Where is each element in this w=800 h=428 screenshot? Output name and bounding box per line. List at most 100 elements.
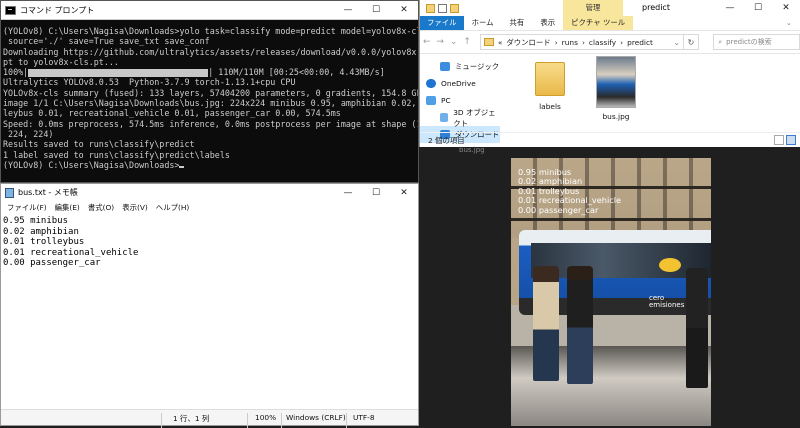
refresh-icon[interactable]: ↻ — [683, 34, 700, 50]
search-box[interactable]: ⌕ predictの検索 — [713, 34, 800, 50]
properties-icon[interactable] — [438, 3, 447, 13]
up-arrow-icon[interactable]: ↑ — [460, 37, 473, 47]
breadcrumb-overflow[interactable]: « — [498, 38, 503, 47]
text-cursor — [179, 165, 185, 168]
music-icon — [440, 62, 450, 71]
explorer-statusbar: 2 個の項目 — [420, 132, 800, 147]
explorer-window[interactable]: 管理 predict — ☐ ✕ ファイル ホーム 共有 表示 ピクチャ ツール… — [419, 0, 800, 147]
console-line: leybus 0.01, recreational_vehicle 0.01, … — [3, 108, 341, 119]
tab-picture-tools[interactable]: ピクチャ ツール — [563, 16, 634, 30]
address-bar[interactable]: « ダウンロード › runs › classify › predict ⌄ — [479, 34, 684, 50]
search-icon: ⌕ — [718, 37, 723, 46]
viewer-tab[interactable]: bus.jpg — [459, 146, 485, 154]
menu-view[interactable]: 表示(V) — [118, 201, 152, 214]
breadcrumb-runs[interactable]: runs — [562, 38, 578, 47]
console-line: source='./' save=True save_txt save_conf — [3, 36, 210, 47]
console-line: image 1/1 C:\Users\Nagisa\Downloads\bus.… — [3, 98, 418, 109]
breadcrumb-separator: › — [620, 37, 624, 47]
folder-icon — [426, 3, 435, 13]
notepad-title: bus.txt - メモ帳 — [18, 188, 78, 197]
pc-icon — [426, 96, 436, 105]
console-line: YOLOv8x-cls summary (fused): 133 layers,… — [3, 87, 418, 98]
console-line: 1 label saved to runs\classify\predict\l… — [3, 149, 230, 160]
nav-item-3d-objects[interactable]: 3D オブジェクト — [420, 108, 500, 128]
folder-icon — [483, 38, 494, 46]
address-dropdown-icon[interactable]: ⌄ — [674, 38, 680, 47]
close-button[interactable]: ✕ — [772, 0, 800, 16]
large-icons-view-icon[interactable] — [786, 135, 796, 145]
manage-tab[interactable]: 管理 — [563, 0, 623, 16]
notepad-text-area[interactable]: 0.95 minibus 0.02 amphibian 0.01 trolleybu… — [1, 214, 418, 404]
tab-share[interactable]: 共有 — [502, 16, 533, 30]
image-viewer-window[interactable]: bus.jpg cero emisiones 0.95 minibus 0.02 … — [419, 146, 800, 426]
command-prompt-window[interactable]: コマンド プロンプト — ☐ ✕ (YOLOv8) C:\Users\Nagis… — [0, 0, 419, 183]
menu-edit[interactable]: 編集(E) — [51, 201, 84, 214]
cloud-icon — [426, 79, 436, 88]
tab-home[interactable]: ホーム — [464, 16, 502, 30]
back-arrow-icon[interactable]: ← — [420, 37, 433, 47]
details-view-icon[interactable] — [774, 135, 784, 145]
cursor-position: 1 行、1 列 — [173, 414, 210, 423]
console-output[interactable]: (YOLOv8) C:\Users\Nagisa\Downloads>yolo … — [1, 20, 418, 183]
minimize-button[interactable]: — — [716, 0, 744, 16]
breadcrumb-separator: › — [554, 37, 558, 47]
breadcrumb-predict[interactable]: predict — [627, 38, 653, 47]
console-line: 224, 224) — [3, 128, 54, 139]
tab-file[interactable]: ファイル — [420, 16, 464, 30]
recent-chevron-icon[interactable]: ⌄ — [447, 37, 460, 47]
text-line: 0.01 recreational_vehicle — [3, 247, 139, 258]
bus-logo — [659, 258, 681, 272]
bus-photo: cero emisiones 0.95 minibus 0.02 amphibia… — [511, 158, 711, 426]
notepad-window[interactable]: bus.txt - メモ帳 — ☐ ✕ ファイル(F) 編集(E) 書式(O) … — [0, 183, 419, 428]
file-item-labels[interactable]: labels — [520, 62, 580, 111]
console-line: pt to yolov8x-cls.pt... — [3, 56, 119, 67]
ribbon-tabs: ファイル ホーム 共有 表示 ピクチャ ツール ⌄ — [420, 16, 800, 30]
console-line: Speed: 0.0ms preprocess, 574.5ms inferen… — [3, 118, 418, 129]
prompt-text: (YOLOv8) C:\Users\Nagisa\Downloads> — [3, 159, 180, 170]
maximize-button[interactable]: ☐ — [362, 1, 390, 19]
cmd-icon — [5, 5, 16, 15]
console-line: Downloading https://github.com/ultralyti… — [3, 46, 418, 57]
person — [533, 266, 559, 381]
nav-item-onedrive[interactable]: OneDrive — [420, 75, 500, 92]
maximize-button[interactable]: ☐ — [362, 184, 390, 201]
nav-label: ミュージック — [455, 62, 500, 71]
nav-label: OneDrive — [441, 79, 476, 88]
text-line: 0.02 amphibian — [3, 226, 79, 237]
cmd-titlebar[interactable]: コマンド プロンプト — ☐ ✕ — [1, 1, 418, 20]
nav-item-music[interactable]: ミュージック — [420, 58, 500, 75]
tab-view[interactable]: 表示 — [532, 16, 563, 30]
close-button[interactable]: ✕ — [390, 1, 418, 19]
console-line: Results saved to runs\classify\predict — [3, 139, 195, 150]
close-button[interactable]: ✕ — [390, 184, 418, 201]
notepad-titlebar[interactable]: bus.txt - メモ帳 — ☐ ✕ — [1, 184, 418, 201]
breadcrumb-downloads[interactable]: ダウンロード — [506, 37, 550, 48]
progress-bar — [28, 68, 209, 77]
notepad-menubar: ファイル(F) 編集(E) 書式(O) 表示(V) ヘルプ(H) — [1, 201, 418, 214]
menu-help[interactable]: ヘルプ(H) — [152, 201, 194, 214]
notepad-statusbar: 1 行、1 列 100% Windows (CRLF) UTF-8 — [1, 409, 418, 428]
console-line: (YOLOv8) C:\Users\Nagisa\Downloads>yolo … — [3, 26, 418, 36]
new-folder-icon[interactable] — [450, 3, 459, 13]
minimize-button[interactable]: — — [334, 184, 362, 201]
menu-file[interactable]: ファイル(F) — [3, 201, 51, 214]
text-line: 0.95 minibus — [3, 216, 69, 226]
notepad-icon — [5, 187, 14, 198]
navigation-pane: ミュージック OneDrive PC 3D オブジェクト ダウンロード — [420, 58, 500, 143]
file-item-bus-jpg[interactable]: bus.jpg — [586, 56, 646, 121]
folder-icon — [535, 62, 565, 96]
person — [567, 266, 593, 384]
explorer-titlebar[interactable]: 管理 predict — ☐ ✕ — [420, 0, 800, 16]
zoom-level: 100% — [255, 413, 277, 422]
maximize-button[interactable]: ☐ — [744, 0, 772, 16]
encoding: UTF-8 — [353, 413, 375, 422]
image-thumbnail — [596, 56, 636, 108]
breadcrumb-classify[interactable]: classify — [589, 38, 616, 47]
minimize-button[interactable]: — — [334, 1, 362, 19]
progress-suffix: | 110M/110M [00:25<00:00, 4.43MB/s] — [208, 67, 385, 78]
ribbon-expand-icon[interactable]: ⌄ — [778, 16, 800, 30]
forward-arrow-icon[interactable]: → — [433, 37, 446, 47]
prompt-line[interactable]: (YOLOv8) C:\Users\Nagisa\Downloads> — [3, 160, 418, 170]
menu-format[interactable]: 書式(O) — [84, 201, 118, 214]
file-name: bus.jpg — [602, 112, 630, 121]
